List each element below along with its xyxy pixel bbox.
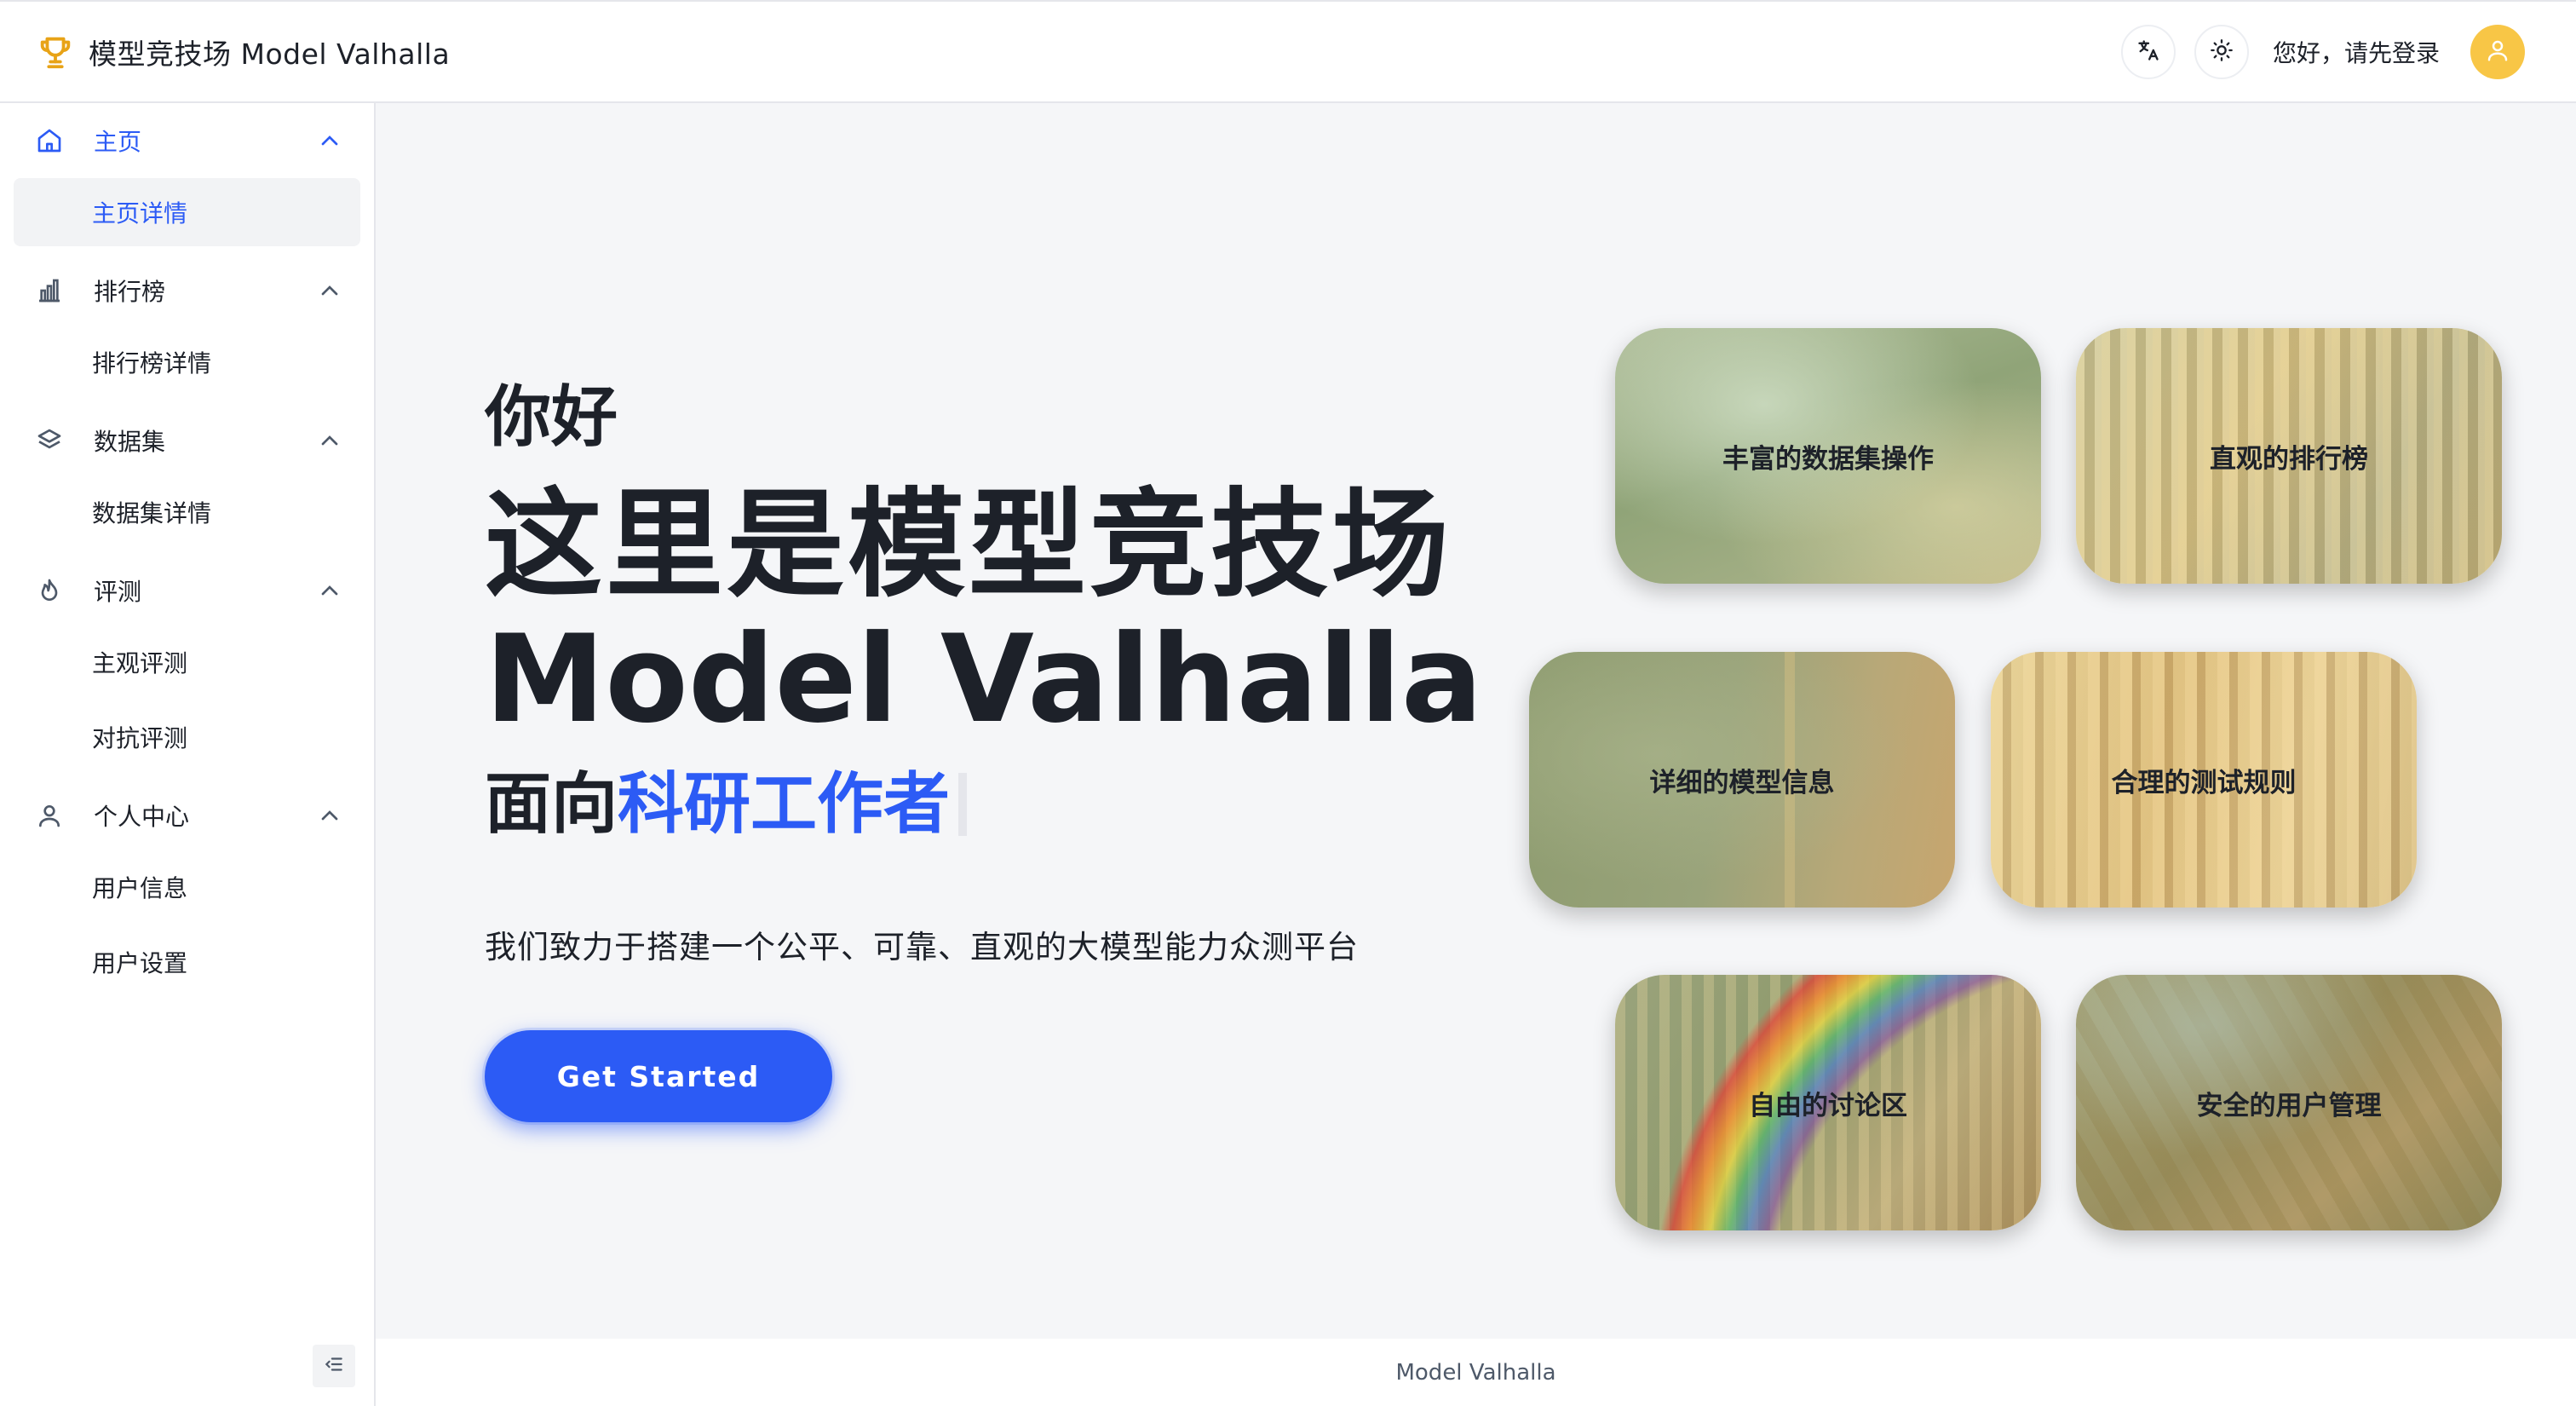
feature-card-leaderboard[interactable]: 直观的排行榜 [2076,328,2502,584]
language-button[interactable] [2120,24,2176,79]
fire-icon [34,575,65,606]
feature-card-label: 直观的排行榜 [2210,443,2368,475]
chevron-up-icon[interactable] [316,127,343,154]
sidebar: 主页 主页详情 排行榜 排行榜详情 数据集 数据集详情 评测 主观评测 对抗评测… [0,103,376,1406]
sun-icon [2210,38,2234,66]
hero-section: 你好 这里是模型竞技场 Model Valhalla 面向 科研工作者 我们致力于… [485,384,1483,1122]
sidebar-item-label: 排行榜 [94,278,166,306]
sidebar-subitem-subjective-eval[interactable]: 主观评测 [14,628,360,696]
avatar[interactable] [2470,24,2525,79]
sidebar-subitem-leaderboard-detail[interactable]: 排行榜详情 [14,328,360,396]
sidebar-subitem-user-info[interactable]: 用户信息 [14,853,360,921]
feature-card-label: 丰富的数据集操作 [1722,443,1934,475]
sidebar-collapse-button[interactable] [313,1345,355,1387]
trophy-icon [34,31,77,73]
sidebar-subitem-dataset-detail[interactable]: 数据集详情 [14,478,360,546]
feature-card-label: 安全的用户管理 [2196,1090,2382,1121]
sidebar-item-dataset[interactable]: 数据集 [14,403,360,478]
sidebar-item-label: 数据集 [94,428,166,456]
brand[interactable]: 模型竞技场 Model Valhalla [34,31,450,73]
hero-sub-highlight: 科研工作者 [618,766,951,843]
chevron-up-icon[interactable] [316,802,343,829]
sidebar-item-label: 评测 [94,578,142,606]
feature-card-model-info[interactable]: 详细的模型信息 [1529,652,1955,908]
menu-group-dataset: 数据集 数据集详情 [0,403,374,546]
chevron-up-icon[interactable] [316,277,343,304]
get-started-button[interactable]: Get Started [485,1030,832,1122]
feature-card-user-management[interactable]: 安全的用户管理 [2076,975,2502,1230]
sidebar-item-evaluation[interactable]: 评测 [14,553,360,628]
chevron-up-icon[interactable] [316,427,343,454]
menu-fold-icon [323,1353,345,1379]
header-actions: 您好，请先登录 [2120,24,2525,79]
user-icon [34,800,65,831]
hero-subheadline: 面向 科研工作者 [485,771,1483,838]
sidebar-subitem-home-detail[interactable]: 主页详情 [14,178,360,246]
feature-card-label: 自由的讨论区 [1749,1090,1907,1121]
home-icon [34,125,65,156]
menu-group-leaderboard: 排行榜 排行榜详情 [0,253,374,396]
chevron-up-icon[interactable] [316,577,343,604]
typing-caret [958,773,968,836]
menu-group-evaluation: 评测 主观评测 对抗评测 [0,553,374,771]
hero-sub-prefix: 面向 [485,766,618,843]
sidebar-item-personal-center[interactable]: 个人中心 [14,778,360,853]
footer: Model Valhalla [376,1339,2576,1406]
sidebar-item-label: 个人中心 [94,803,190,831]
sidebar-item-leaderboard[interactable]: 排行榜 [14,253,360,328]
user-icon [2485,37,2510,66]
app-title: 模型竞技场 Model Valhalla [89,37,451,71]
top-header: 模型竞技场 Model Valhalla 您好，请先登录 [0,0,2576,103]
feature-card-datasets[interactable]: 丰富的数据集操作 [1615,328,2041,584]
layers-icon [34,425,65,456]
theme-toggle-button[interactable] [2194,24,2249,79]
sidebar-subitem-adversarial-eval[interactable]: 对抗评测 [14,703,360,771]
sidebar-subitem-user-settings[interactable]: 用户设置 [14,928,360,996]
feature-card-label: 合理的测试规则 [2111,767,2297,798]
login-prompt[interactable]: 您好，请先登录 [2273,35,2440,69]
feature-card-label: 详细的模型信息 [1649,767,1835,798]
feature-card-test-rules[interactable]: 合理的测试规则 [1991,652,2417,908]
translate-icon [2136,38,2160,66]
hero-tagline: 我们致力于搭建一个公平、可靠、直观的大模型能力众测平台 [485,929,1359,965]
hero-headline-cn: 这里是模型竞技场 [485,476,1453,614]
footer-text: Model Valhalla [1395,1359,1556,1386]
sidebar-item-home[interactable]: 主页 [14,103,360,178]
menu-group-personal: 个人中心 用户信息 用户设置 [0,778,374,996]
hero-greeting: 你好 [485,379,618,456]
main-content: 你好 这里是模型竞技场 Model Valhalla 面向 科研工作者 我们致力于… [376,103,2576,1339]
menu-group-home: 主页 主页详情 [0,103,374,246]
sidebar-item-label: 主页 [94,128,142,156]
feature-card-discussion[interactable]: 自由的讨论区 [1615,975,2041,1230]
bar-chart-icon [34,275,65,306]
hero-headline-en: Model Valhalla [485,609,1483,750]
